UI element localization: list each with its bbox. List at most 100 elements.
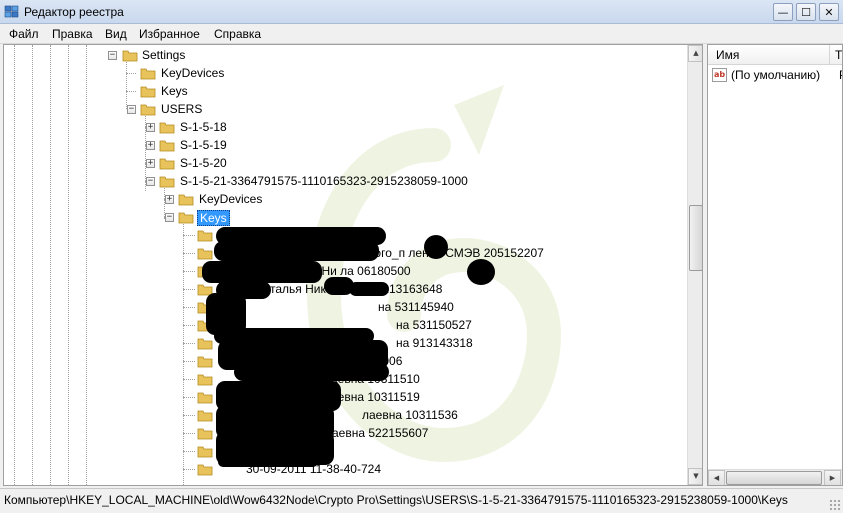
- tree-label[interactable]: Settings: [140, 47, 187, 63]
- tree-label-selected[interactable]: Keys: [197, 210, 230, 226]
- folder-open-icon: [159, 176, 175, 188]
- expand-toggle[interactable]: +: [146, 123, 155, 132]
- tree-node-sid-keydevices[interactable]: + KeyDevices: [4, 191, 684, 209]
- redaction-mask: [467, 259, 495, 285]
- tree-connector: [183, 325, 195, 326]
- value-type: Р: [839, 68, 842, 82]
- window-title: Редактор реестра: [24, 5, 124, 19]
- redaction-mask: [214, 241, 379, 261]
- tree-connector: [183, 451, 195, 452]
- tree-connector: [183, 289, 195, 290]
- scroll-up-button[interactable]: ▲: [688, 45, 702, 62]
- registry-editor-icon: [4, 5, 19, 18]
- tree-node-keys[interactable]: Keys: [4, 83, 684, 101]
- scroll-thumb[interactable]: [726, 471, 822, 485]
- column-header-type[interactable]: Т: [835, 48, 842, 62]
- folder-icon: [159, 158, 175, 170]
- scroll-down-button[interactable]: ▼: [688, 468, 702, 485]
- folder-icon: [197, 410, 213, 422]
- collapse-toggle[interactable]: −: [127, 105, 136, 114]
- tree-node-sid-19[interactable]: + S-1-5-19: [4, 137, 684, 155]
- tree-node-users[interactable]: − USERS: [4, 101, 684, 119]
- folder-open-icon: [140, 104, 156, 116]
- tree-node-key-container[interactable]: на 531145940: [4, 299, 684, 317]
- tree-connector: [183, 253, 195, 254]
- scroll-left-button[interactable]: ◀: [708, 470, 725, 485]
- folder-icon: [197, 338, 213, 350]
- redaction-mask: [349, 282, 389, 296]
- expand-toggle[interactable]: +: [146, 159, 155, 168]
- tree-label[interactable]: на 531150527: [394, 317, 474, 333]
- value-row-default[interactable]: ab (По умолчанию) Р: [712, 67, 842, 85]
- tree-connector: [183, 397, 195, 398]
- tree-connector: [183, 343, 195, 344]
- tree-node-sid-21[interactable]: − S-1-5-21-3364791575-1110165323-2915238…: [4, 173, 684, 191]
- minimize-button[interactable]: —: [773, 3, 793, 21]
- tree-label[interactable]: Keys: [159, 83, 190, 99]
- scroll-right-button[interactable]: ▶: [824, 470, 841, 485]
- tree-label[interactable]: KeyDevices: [159, 65, 226, 81]
- folder-icon: [197, 464, 213, 476]
- folder-icon: [197, 356, 213, 368]
- tree-connector: [183, 271, 195, 272]
- status-path: Компьютер\HKEY_LOCAL_MACHINE\old\Wow6432…: [4, 493, 788, 507]
- tree-connector: [183, 235, 195, 236]
- tree-node-key-container[interactable]: иии 831172817: [4, 443, 684, 461]
- tree-label[interactable]: KeyDevices: [197, 191, 264, 207]
- menu-file[interactable]: Файл: [6, 26, 42, 42]
- tree-label[interactable]: S-1-5-21-3364791575-1110165323-291523805…: [178, 173, 470, 189]
- close-button[interactable]: ✕: [819, 3, 839, 21]
- tree-label[interactable]: на 531145940: [376, 299, 456, 315]
- folder-icon: [197, 392, 213, 404]
- tree-node-sid-keys[interactable]: − Keys: [4, 209, 684, 227]
- collapse-toggle[interactable]: −: [165, 213, 174, 222]
- folder-open-icon: [122, 50, 138, 62]
- tree-label[interactable]: USERS: [159, 101, 204, 117]
- registry-tree-pane[interactable]: − Settings KeyDevices Keys − USERS + S-1…: [3, 44, 703, 486]
- tree-node-key-container[interactable]: лаевна 10311536: [4, 407, 684, 425]
- tree-label[interactable]: S-1-5-18: [178, 119, 229, 135]
- maximize-button[interactable]: ☐: [796, 3, 816, 21]
- menu-view[interactable]: Вид: [102, 26, 130, 42]
- folder-icon: [197, 446, 213, 458]
- tree-label[interactable]: лаевна 10311536: [360, 407, 460, 423]
- tree-label[interactable]: аевна 522155607: [330, 425, 430, 441]
- tree-node-keydevices[interactable]: KeyDevices: [4, 65, 684, 83]
- column-header-name[interactable]: Имя: [716, 48, 739, 62]
- values-horizontal-scrollbar[interactable]: ◀ ▶: [708, 469, 842, 485]
- title-bar[interactable]: Редактор реестра — ☐ ✕: [0, 0, 843, 24]
- tree-node-sid-18[interactable]: + S-1-5-18: [4, 119, 684, 137]
- redaction-mask: [218, 457, 318, 467]
- expand-toggle[interactable]: +: [165, 195, 174, 204]
- expand-toggle[interactable]: +: [146, 141, 155, 150]
- tree-node-key-container[interactable]: аевна 522155607: [4, 425, 684, 443]
- tree-label[interactable]: на 913143318: [394, 335, 475, 351]
- scroll-thumb[interactable]: [689, 205, 702, 271]
- folder-icon: [140, 86, 156, 98]
- folder-icon: [197, 230, 213, 242]
- folder-open-icon: [178, 212, 194, 224]
- tree-node-key-container[interactable]: лаевна 10311519: [4, 389, 684, 407]
- status-bar: Компьютер\HKEY_LOCAL_MACHINE\old\Wow6432…: [0, 488, 843, 513]
- folder-icon: [197, 248, 213, 260]
- column-divider[interactable]: [829, 45, 830, 65]
- values-list-pane[interactable]: Имя Т ab (По умолчанию) Р ◀ ▶: [707, 44, 843, 486]
- folder-icon: [140, 68, 156, 80]
- collapse-toggle[interactable]: −: [108, 51, 117, 60]
- menu-favorites[interactable]: Избранное: [136, 26, 203, 42]
- tree-vertical-scrollbar[interactable]: ▲ ▼: [687, 45, 702, 485]
- value-name: (По умолчанию): [731, 68, 821, 82]
- menu-help[interactable]: Справка: [211, 26, 264, 42]
- tree-connector: [183, 307, 195, 308]
- tree-connector: [183, 379, 195, 380]
- resize-grip-icon[interactable]: [829, 499, 841, 511]
- redaction-mask: [234, 363, 389, 381]
- tree-node-key-container[interactable]: 30-09-2011 11-38-40-724: [4, 461, 684, 479]
- tree-node-settings[interactable]: − Settings: [4, 47, 684, 65]
- menu-edit[interactable]: Правка: [49, 26, 96, 42]
- tree-label[interactable]: S-1-5-19: [178, 137, 229, 153]
- tree-node-sid-20[interactable]: + S-1-5-20: [4, 155, 684, 173]
- collapse-toggle[interactable]: −: [146, 177, 155, 186]
- string-value-icon: ab: [712, 68, 727, 82]
- tree-label[interactable]: S-1-5-20: [178, 155, 229, 171]
